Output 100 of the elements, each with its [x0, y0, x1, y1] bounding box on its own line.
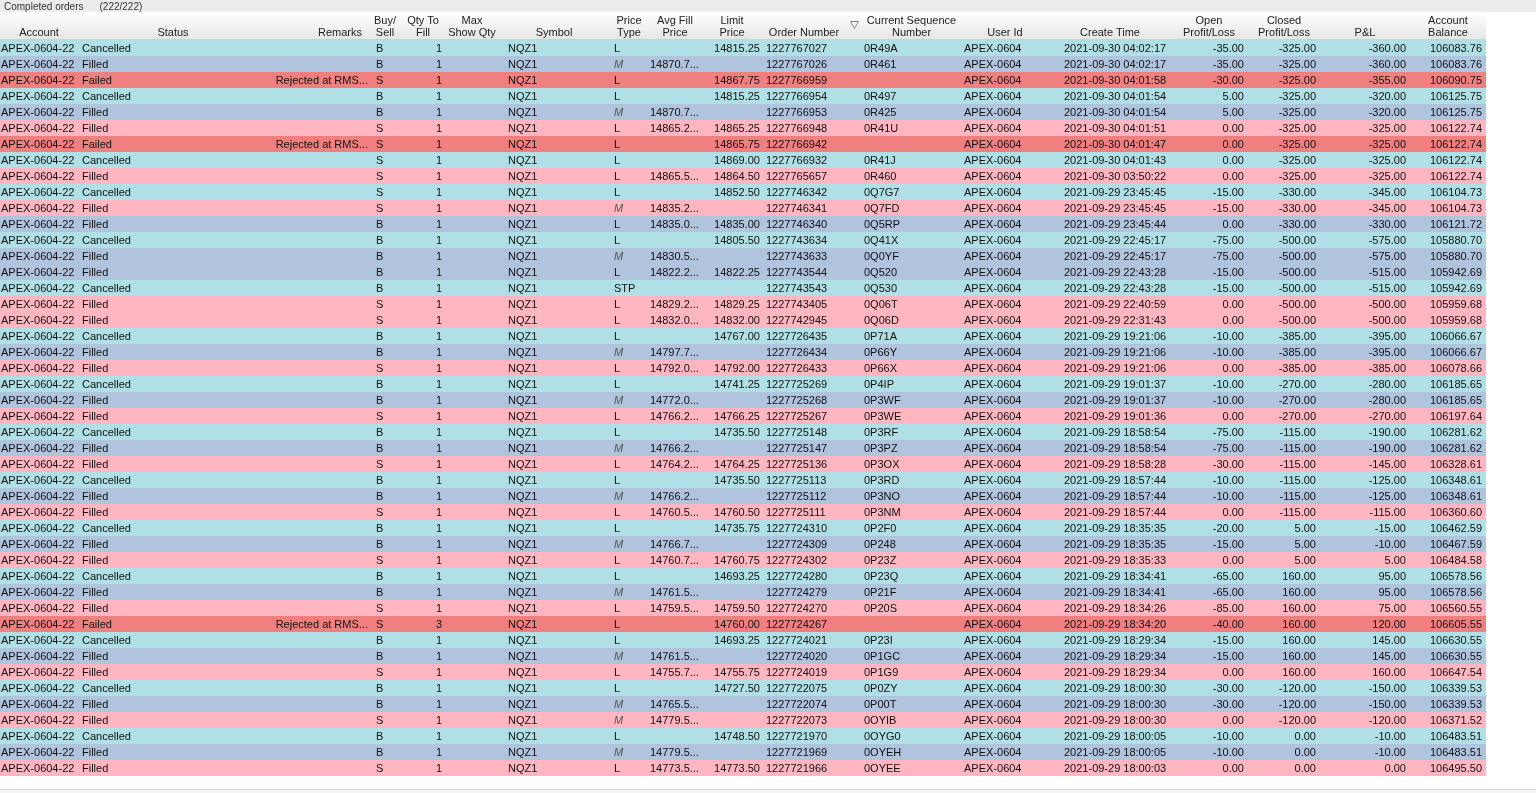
- table-row[interactable]: APEX-0604-22 Filled S 1 NQZ1 L 14865.2... 14865.25 1227766948 0R41U APEX-0604 2021-09-30 04:01:51 0.00 -325.00 -325.00 106122.74: [0, 120, 1486, 136]
- table-cell-text: Filled: [82, 360, 109, 376]
- table-cell-text: -115.00: [1369, 504, 1406, 520]
- table-cell-text: -270.00: [1368, 408, 1406, 424]
- table-cell-text: APEX-0604-22: [1, 232, 75, 248]
- column-header[interactable]: Max Show Qty: [446, 12, 498, 39]
- table-row[interactable]: APEX-0604-22 Filled B 1 NQZ1 M 14761.5... 1227724020 0P1GC APEX-0604 2021-09-29 18:29:34 -15.00 160.00 145.00 106630.55: [0, 648, 1486, 664]
- table-row[interactable]: APEX-0604-22 Filled B 1 NQZ1 M 14761.5... 1227724279 0P21F APEX-0604 2021-09-29 18:34:41 -65.00 160.00 95.00 106578.56: [0, 584, 1486, 600]
- table-cell-text: APEX-0604: [964, 72, 1022, 88]
- table-cell-text: 14773.50: [714, 760, 760, 776]
- table-cell-text: 1: [435, 648, 442, 664]
- column-header[interactable]: P&L: [1320, 12, 1410, 39]
- table-row[interactable]: APEX-0604-22 Filled B 1 NQZ1 M 14766.2... 1227725147 0P3PZ APEX-0604 2021-09-29 18:58:54 -75.00 -115.00 -190.00 106281.62: [0, 440, 1486, 456]
- table-row[interactable]: APEX-0604-22 Cancelled B 1 NQZ1 L 14735.75 1227724310 0P2F0 APEX-0604 2021-09-29 18:35:35 -20.00 5.00 -15.00 106462.59: [0, 520, 1486, 536]
- table-cell-text: -10.00: [1212, 328, 1244, 344]
- table-row[interactable]: APEX-0604-22 Filled S 1 NQZ1 L 14792.0... 14792.00 1227726433 0P66X APEX-0604 2021-09-29 19:21:06 0.00 -385.00 -385.00 106078.66: [0, 360, 1486, 376]
- table-row[interactable]: APEX-0604-22 Cancelled B 1 NQZ1 L 14815.25 1227766954 0R497 APEX-0604 2021-09-30 04:01:54 5.00 -325.00 -320.00 106125.75: [0, 88, 1486, 104]
- column-header[interactable]: Qty To Fill: [400, 12, 446, 39]
- table-cell-text: 14693.25: [714, 632, 760, 648]
- table-cell-text: 106083.76: [1430, 56, 1482, 72]
- table-cell-text: 14741.25: [714, 376, 760, 392]
- table-row[interactable]: APEX-0604-22 Cancelled B 1 NQZ1 L 14805.50 1227743634 0Q41X APEX-0604 2021-09-29 22:45:17 -75.00 -500.00 -575.00 105880.70: [0, 232, 1486, 248]
- table-row[interactable]: APEX-0604-22 Cancelled B 1 NQZ1 STP 1227743543 0Q530 APEX-0604 2021-09-29 22:43:28 -15.00 -500.00 -515.00 105942.69: [0, 280, 1486, 296]
- table-row[interactable]: APEX-0604-22 Failed Rejected at RMS... S 1 NQZ1 L 14867.75 1227766959 APEX-0604 2021-09-30 04:01:58 -30.00 -325.00 -355.00 106090.75: [0, 72, 1486, 88]
- table-cell-text: 14832.0...: [650, 312, 699, 328]
- table-cell-text: Cancelled: [82, 424, 131, 440]
- table-cell-text: APEX-0604: [964, 536, 1022, 552]
- table-cell-text: 0OYEE: [864, 760, 901, 776]
- table-row[interactable]: APEX-0604-22 Filled B 1 NQZ1 L 14822.2... 14822.25 1227743544 0Q520 APEX-0604 2021-09-29 22:43:28 -15.00 -500.00 -515.00 105942.69: [0, 264, 1486, 280]
- table-row[interactable]: APEX-0604-22 Filled B 1 NQZ1 M 14779.5... 1227721969 0OYEH APEX-0604 2021-09-29 18:00:05 -10.00 0.00 -10.00 106483.51: [0, 744, 1486, 760]
- table-cell-text: 0P0ZY: [864, 680, 898, 696]
- column-header[interactable]: Avg Fill Price: [648, 12, 702, 39]
- table-row[interactable]: APEX-0604-22 Cancelled B 1 NQZ1 L 14815.25 1227767027 0R49A APEX-0604 2021-09-30 04:02:17 -35.00 -325.00 -360.00 106083.76: [0, 40, 1486, 56]
- table-row[interactable]: APEX-0604-22 Filled B 1 NQZ1 M 14766.7... 1227724309 0P248 APEX-0604 2021-09-29 18:35:35 -15.00 5.00 -10.00 106467.59: [0, 536, 1486, 552]
- table-row[interactable]: APEX-0604-22 Filled B 1 NQZ1 M 14766.2... 1227725112 0P3NO APEX-0604 2021-09-29 18:57:44 -10.00 -115.00 -125.00 106348.61: [0, 488, 1486, 504]
- table-row[interactable]: APEX-0604-22 Failed Rejected at RMS... S 3 NQZ1 L 14760.00 1227724267 APEX-0604 2021-09-29 18:34:20 -40.00 160.00 120.00 106605.55: [0, 616, 1486, 632]
- table-row[interactable]: APEX-0604-22 Cancelled B 1 NQZ1 L 14727.50 1227722075 0P0ZY APEX-0604 2021-09-29 18:00:30 -30.00 -120.00 -150.00 106339.53: [0, 680, 1486, 696]
- column-header[interactable]: Remarks: [268, 12, 370, 39]
- table-cell-text: 0P23I: [864, 632, 893, 648]
- table-cell-text: 95.00: [1378, 568, 1406, 584]
- column-header[interactable]: Account Balance: [1410, 12, 1486, 39]
- table-row[interactable]: APEX-0604-22 Filled S 1 NQZ1 L 14760.7... 14760.75 1227724302 0P23Z APEX-0604 2021-09-29 18:35:33 0.00 5.00 5.00 106484.58: [0, 552, 1486, 568]
- table-row[interactable]: APEX-0604-22 Filled B 1 NQZ1 M 14870.7... 1227767026 0R461 APEX-0604 2021-09-30 04:02:17 -35.00 -325.00 -360.00 106083.76: [0, 56, 1486, 72]
- column-header[interactable]: Current Sequence Number: [846, 12, 960, 39]
- table-cell-text: 14852.50: [714, 184, 760, 200]
- table-cell-text: APEX-0604: [964, 424, 1022, 440]
- table-row[interactable]: APEX-0604-22 Filled S 1 NQZ1 L 14760.5... 14760.50 1227725111 0P3NM APEX-0604 2021-09-29 18:57:44 0.00 -115.00 -115.00 106360.60: [0, 504, 1486, 520]
- table-row[interactable]: APEX-0604-22 Filled S 1 NQZ1 L 14766.2... 14766.25 1227725267 0P3WE APEX-0604 2021-09-29 19:01:36 0.00 -270.00 -270.00 106197.64: [0, 408, 1486, 424]
- table-cell-text: NQZ1: [508, 184, 538, 200]
- table-row[interactable]: APEX-0604-22 Cancelled S 1 NQZ1 L 14852.50 1227746342 0Q7G7 APEX-0604 2021-09-29 23:45:45 -15.00 -330.00 -345.00 106104.73: [0, 184, 1486, 200]
- table-cell-text: NQZ1: [508, 552, 538, 568]
- table-row[interactable]: APEX-0604-22 Filled S 1 NQZ1 L 14759.5... 14759.50 1227724270 0P20S APEX-0604 2021-09-29 18:34:26 -85.00 160.00 75.00 106560.55: [0, 600, 1486, 616]
- column-header[interactable]: Status: [78, 12, 268, 39]
- table-row[interactable]: APEX-0604-22 Filled S 1 NQZ1 L 14865.5... 14864.50 1227765657 0R460 APEX-0604 2021-09-30 03:50:22 0.00 -325.00 -325.00 106122.74: [0, 168, 1486, 184]
- column-header[interactable]: Order Number: [762, 12, 846, 39]
- table-cell-text: B: [376, 88, 384, 104]
- table-cell-text: 0OYIB: [864, 712, 897, 728]
- table-row[interactable]: APEX-0604-22 Filled B 1 NQZ1 M 14830.5... 1227743633 0Q0YF APEX-0604 2021-09-29 22:45:17 -75.00 -500.00 -575.00 105880.70: [0, 248, 1486, 264]
- table-row[interactable]: APEX-0604-22 Cancelled B 1 NQZ1 L 14767.00 1227726435 0P71A APEX-0604 2021-09-29 19:21:06 -10.00 -385.00 -395.00 106066.67: [0, 328, 1486, 344]
- column-header[interactable]: Symbol: [498, 12, 610, 39]
- table-row[interactable]: APEX-0604-22 Cancelled B 1 NQZ1 L 14693.25 1227724021 0P23I APEX-0604 2021-09-29 18:29:34 -15.00 160.00 145.00 106630.55: [0, 632, 1486, 648]
- table-row[interactable]: APEX-0604-22 Cancelled B 1 NQZ1 L 14748.50 1227721970 0OYG0 APEX-0604 2021-09-29 18:00:05 -10.00 0.00 -10.00 106483.51: [0, 728, 1486, 744]
- table-row[interactable]: APEX-0604-22 Cancelled B 1 NQZ1 L 14735.50 1227725113 0P3RD APEX-0604 2021-09-29 18:57:44 -10.00 -115.00 -125.00 106348.61: [0, 472, 1486, 488]
- table-row[interactable]: APEX-0604-22 Filled S 1 NQZ1 L 14832.0... 14832.00 1227742945 0Q06D APEX-0604 2021-09-29 22:31:43 0.00 -500.00 -500.00 105959.68: [0, 312, 1486, 328]
- table-cell-text: APEX-0604-22: [1, 552, 75, 568]
- table-row[interactable]: APEX-0604-22 Filled S 1 NQZ1 M 14835.2... 1227746341 0Q7FD APEX-0604 2021-09-29 23:45:45 -15.00 -330.00 -345.00 106104.73: [0, 200, 1486, 216]
- table-row[interactable]: APEX-0604-22 Filled B 1 NQZ1 M 14797.7... 1227726434 0P66Y APEX-0604 2021-09-29 19:21:06 -10.00 -385.00 -395.00 106066.67: [0, 344, 1486, 360]
- column-header[interactable]: Account: [0, 12, 78, 39]
- table-row[interactable]: APEX-0604-22 Cancelled S 1 NQZ1 L 14869.00 1227766932 0R41J APEX-0604 2021-09-30 04:01:43 0.00 -325.00 -325.00 106122.74: [0, 152, 1486, 168]
- column-header[interactable]: Price Type: [610, 12, 648, 39]
- table-row[interactable]: APEX-0604-22 Cancelled B 1 NQZ1 L 14741.25 1227725269 0P4IP APEX-0604 2021-09-29 19:01:37 -10.00 -270.00 -280.00 106185.65: [0, 376, 1486, 392]
- table-cell-text: B: [376, 488, 384, 504]
- column-header[interactable]: User Id: [960, 12, 1050, 39]
- table-cell-text: NQZ1: [508, 344, 538, 360]
- table-row[interactable]: APEX-0604-22 Filled S 1 NQZ1 L 14755.7... 14755.75 1227724019 0P1G9 APEX-0604 2021-09-29 18:29:34 0.00 160.00 160.00 106647.54: [0, 664, 1486, 680]
- table-row[interactable]: APEX-0604-22 Filled B 1 NQZ1 M 14870.7... 1227766953 0R425 APEX-0604 2021-09-30 04:01:54 5.00 -325.00 -320.00 106125.75: [0, 104, 1486, 120]
- column-header[interactable]: Closed Profit/Loss: [1248, 12, 1320, 39]
- table-cell-text: 0P3NM: [864, 504, 901, 520]
- table-row[interactable]: APEX-0604-22 Filled B 1 NQZ1 M 14765.5... 1227722074 0P00T APEX-0604 2021-09-29 18:00:30 -30.00 -120.00 -150.00 106339.53: [0, 696, 1486, 712]
- column-header[interactable]: Create Time: [1050, 12, 1170, 39]
- table-cell-text: L: [614, 456, 621, 472]
- table-row[interactable]: APEX-0604-22 Cancelled B 1 NQZ1 L 14735.50 1227725148 0P3RF APEX-0604 2021-09-29 18:58:54 -75.00 -115.00 -190.00 106281.62: [0, 424, 1486, 440]
- table-cell-text: 14748.50: [714, 728, 760, 744]
- table-cell-text: L: [614, 664, 621, 680]
- table-cell-text: -10.00: [1374, 536, 1406, 552]
- table-cell-text: L: [614, 232, 621, 248]
- column-header[interactable]: Open Profit/Loss: [1170, 12, 1248, 39]
- table-cell-text: 1227724279: [766, 584, 828, 600]
- table-cell-text: 2021-09-29 22:45:17: [1064, 248, 1167, 264]
- column-header[interactable]: Limit Price: [702, 12, 762, 39]
- table-cell-text: 14759.5...: [650, 600, 699, 616]
- table-row[interactable]: APEX-0604-22 Filled S 1 NQZ1 M 14779.5... 1227722073 0OYIB APEX-0604 2021-09-29 18:00:30 0.00 -120.00 -120.00 106371.52: [0, 712, 1486, 728]
- table-row[interactable]: APEX-0604-22 Filled S 1 NQZ1 L 14773.5... 14773.50 1227721966 0OYEE APEX-0604 2021-09-29 18:00:03 0.00 0.00 0.00 106495.50: [0, 760, 1486, 776]
- table-row[interactable]: APEX-0604-22 Filled S 1 NQZ1 L 14829.2... 14829.25 1227743405 0Q06T APEX-0604 2021-09-29 22:40:59 0.00 -500.00 -500.00 105959.68: [0, 296, 1486, 312]
- table-row[interactable]: APEX-0604-22 Filled S 1 NQZ1 L 14764.2... 14764.25 1227725136 0P3OX APEX-0604 2021-09-29 18:58:28 -30.00 -115.00 -145.00 106328.61: [0, 456, 1486, 472]
- table-row[interactable]: APEX-0604-22 Failed Rejected at RMS... S 1 NQZ1 L 14865.75 1227766942 APEX-0604 2021-09-30 04:01:47 0.00 -325.00 -325.00 106122.74: [0, 136, 1486, 152]
- table-row[interactable]: APEX-0604-22 Filled B 1 NQZ1 L 14835.0... 14835.00 1227746340 0Q5RP APEX-0604 2021-09-29 23:45:44 0.00 -330.00 -330.00 106121.72: [0, 216, 1486, 232]
- table-row[interactable]: APEX-0604-22 Filled B 1 NQZ1 M 14772.0... 1227725268 0P3WF APEX-0604 2021-09-29 19:01:37 -10.00 -270.00 -280.00 106185.65: [0, 392, 1486, 408]
- table-row[interactable]: APEX-0604-22 Cancelled B 1 NQZ1 L 14693.25 1227724280 0P23Q APEX-0604 2021-09-29 18:34:41 -65.00 160.00 95.00 106578.56: [0, 568, 1486, 584]
- column-header[interactable]: Buy/ Sell: [370, 12, 400, 39]
